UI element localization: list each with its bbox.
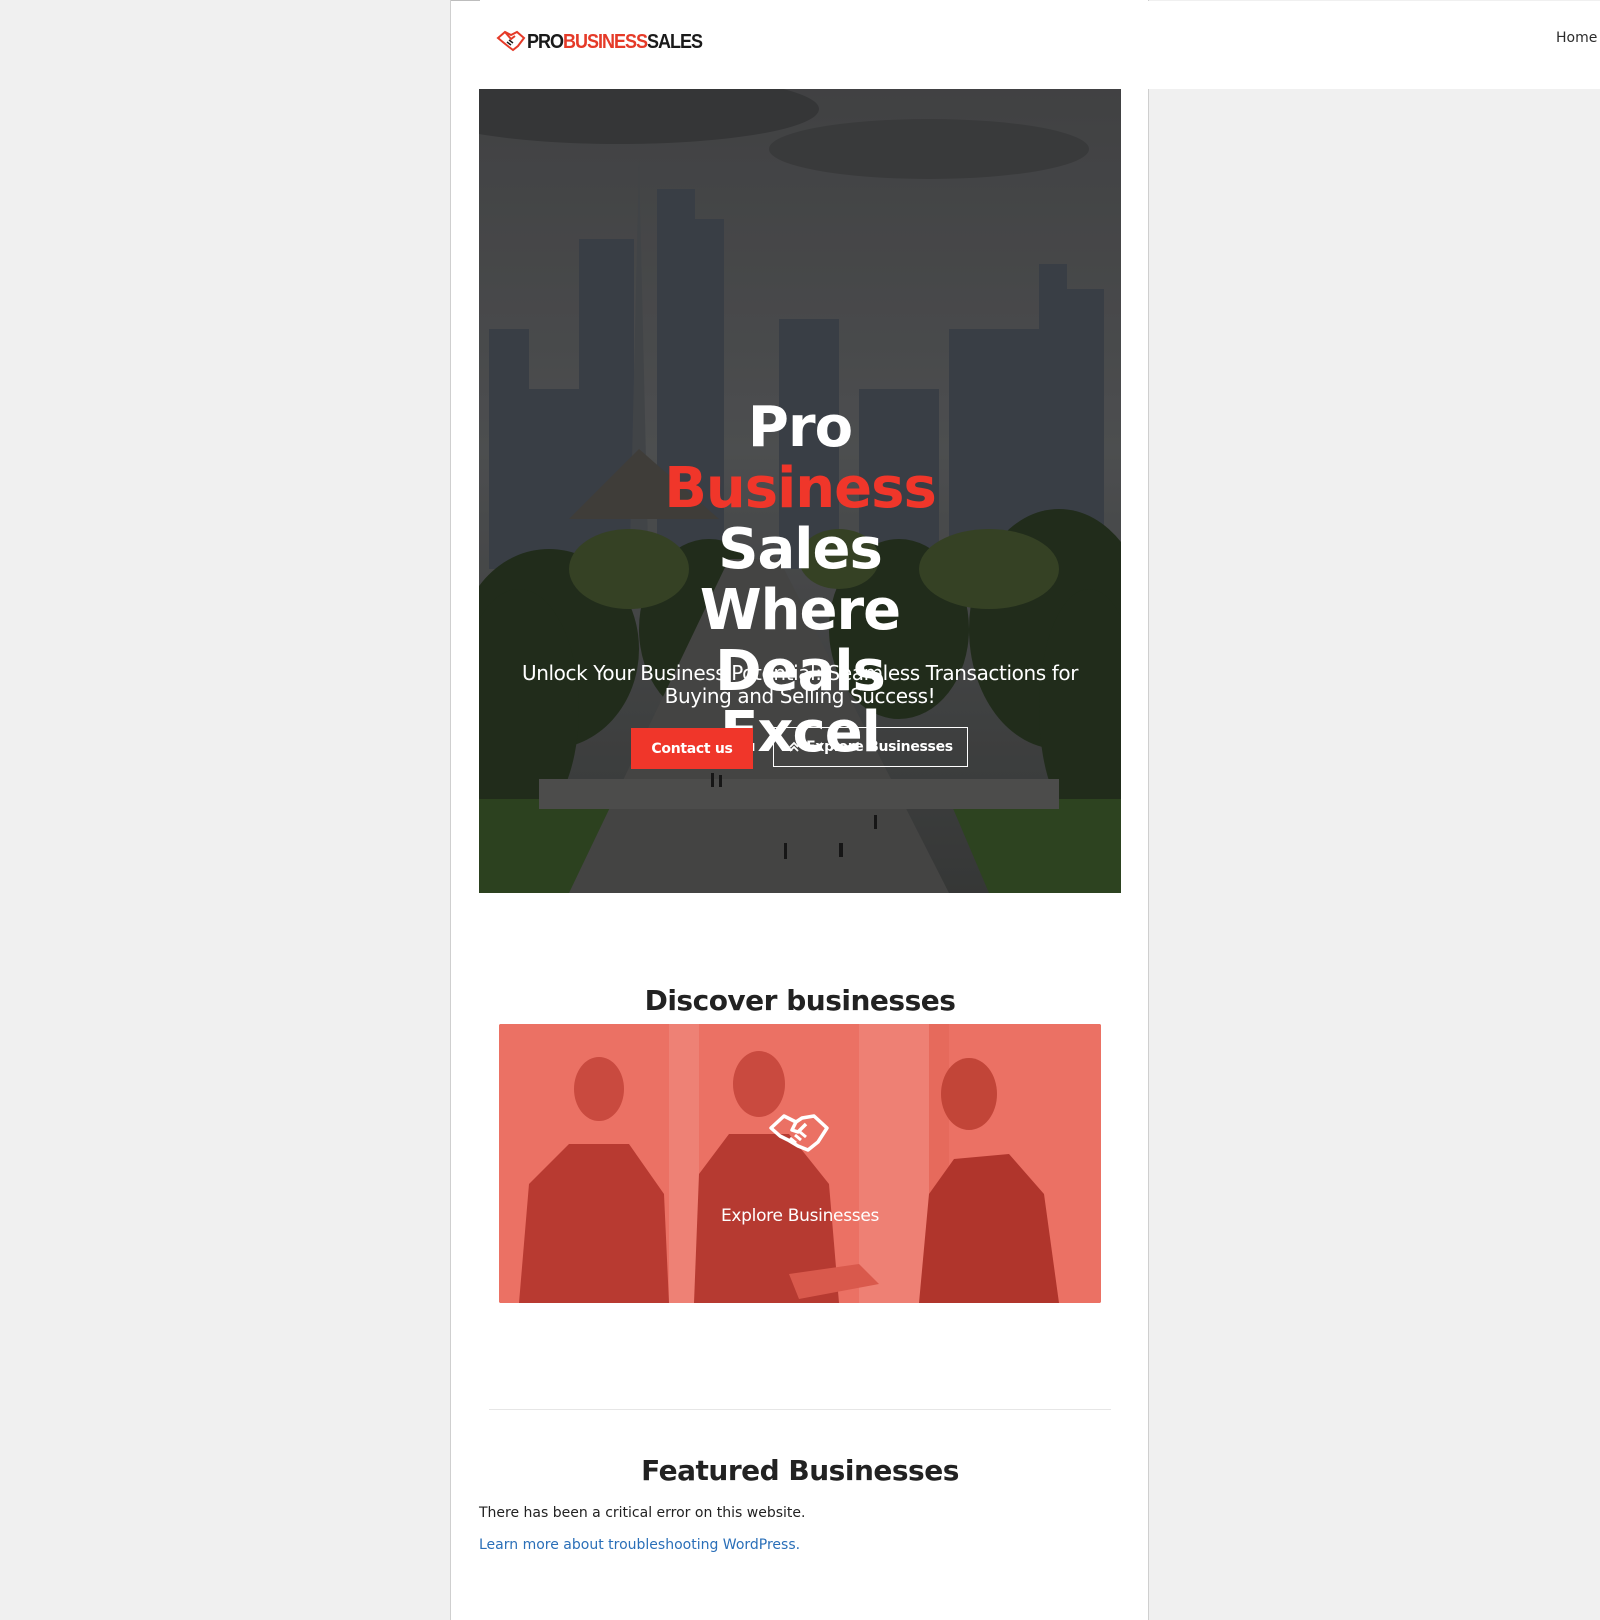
hero-title-line: Sales — [718, 516, 883, 582]
explore-businesses-button[interactable]: Explore Businesses — [773, 727, 968, 767]
error-message: There has been a critical error on this … — [479, 1505, 806, 1521]
logo-text: PROBUSINESSSALES — [527, 28, 703, 52]
section-divider — [489, 1409, 1111, 1410]
contact-us-label: Contact us — [651, 740, 733, 757]
hero-section: Pro Business Sales Where Deals Excel Unl… — [479, 89, 1121, 893]
contact-us-button[interactable]: Contact us — [631, 728, 753, 769]
hero-title-line: Where — [699, 577, 901, 643]
hero-subtitle: Unlock Your Business Potential: Seamless… — [521, 661, 1079, 708]
featured-title: Featured Businesses — [641, 1454, 959, 1488]
site-logo[interactable]: PROBUSINESSSALES — [496, 28, 703, 54]
card-label: Explore Businesses — [720, 1206, 880, 1226]
hero-title-line: Pro — [747, 394, 853, 460]
discover-title: Discover businesses — [644, 984, 956, 1018]
explore-businesses-card[interactable]: Explore Businesses — [499, 1024, 1101, 1303]
explore-businesses-label: Explore Businesses — [806, 739, 953, 755]
double-chevron-up-icon — [789, 741, 799, 752]
nav-home-link[interactable]: Home — [1556, 30, 1597, 46]
hero-title-accent: Business — [664, 455, 937, 521]
handshake-icon — [496, 30, 526, 52]
handshake-icon — [769, 1114, 829, 1152]
card-background-image — [499, 1024, 1101, 1303]
troubleshooting-link[interactable]: Learn more about troubleshooting WordPre… — [479, 1537, 800, 1553]
